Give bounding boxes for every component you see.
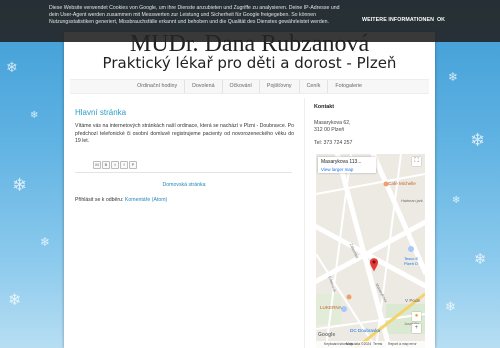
phone-number: Tel: 373 724 257: [314, 140, 353, 146]
site-subtitle: Praktický lékař pro děti a dorost - Plze…: [102, 54, 397, 72]
map-place-name: Masarykova 113...: [321, 159, 362, 165]
map-label-tesco: Tesco E Plzeň D: [404, 256, 419, 266]
more-info-button[interactable]: WEITERE INFORMATIONEN: [362, 17, 434, 23]
subscribe-label: Přihlásit se k odběru:: [75, 197, 124, 203]
snowflake-decoration: ❄: [470, 130, 486, 151]
map-pegman-button[interactable]: ●: [412, 312, 421, 321]
sidebar: Kontakt Masarykova 62, 312 00 Plzeň Tel:…: [314, 104, 428, 146]
pinterest-share-icon[interactable]: P: [129, 161, 137, 169]
email-share-icon[interactable]: M: [93, 161, 101, 169]
snowflake-decoration: ❄: [6, 60, 18, 76]
comments-atom-link[interactable]: Komentáře (Atom): [125, 197, 167, 203]
snowflake-decoration: ❄: [448, 70, 459, 84]
google-logo: Google: [318, 332, 336, 338]
sidebar-heading: Kontakt: [314, 104, 335, 110]
terms-link[interactable]: Terms: [373, 342, 382, 346]
blog-container: MUDr. Dana Rubzanová Praktický lékař pro…: [64, 32, 435, 348]
map-label-lukerna: LUKERNA: [320, 305, 342, 310]
nav-item-dovolena[interactable]: Dovolená: [184, 80, 221, 93]
map-label-cafe: Café Michelle: [388, 181, 416, 186]
map-label-hartman: Hartman jark: [401, 199, 423, 203]
report-map-error-link[interactable]: Report a map error: [388, 342, 417, 346]
column-divider: [304, 98, 305, 348]
nav-item-ockovani[interactable]: Očkování: [221, 80, 259, 93]
address-city: 312 00 Plzeň: [314, 127, 345, 133]
nav-item-fotogalerie[interactable]: Fotogalerie: [327, 80, 369, 93]
cookie-message: Diese Website verwendet Cookies von Goog…: [49, 5, 340, 26]
address-street: Masarykova 62,: [314, 120, 351, 126]
ok-button[interactable]: OK: [437, 17, 445, 23]
share-buttons: M B t f P: [93, 161, 137, 169]
map-label-dc: DC Doubravka: [350, 328, 381, 333]
map-zoom-controls[interactable]: +: [412, 324, 421, 333]
google-map[interactable]: Masarykova 113... View larger map Café M…: [316, 154, 425, 348]
map-footer: Keyboard shortcuts Map data ©2024 Terms …: [316, 341, 425, 348]
snowflake-decoration: ❄: [452, 195, 461, 206]
snowflake-decoration: ❄: [445, 300, 456, 315]
subscribe-line: Přihlásit se k odběru: Komentáře (Atom): [75, 197, 167, 203]
map-label-vpode: V Pode: [405, 298, 421, 303]
divider: [75, 172, 292, 173]
snowflake-decoration: ❄: [12, 175, 28, 196]
address: Masarykova 62, 312 00 Plzeň: [314, 120, 428, 134]
facebook-share-icon[interactable]: f: [120, 161, 128, 169]
view-larger-map-link[interactable]: View larger map: [321, 167, 353, 172]
nav-bar: Ordinační hodiny Dovolená Očkování Pojiš…: [70, 79, 429, 94]
snowflake-decoration: ❄: [8, 290, 22, 309]
map-place-card: Masarykova 113... View larger map: [318, 157, 376, 173]
map-data-attribution: Map data ©2024: [346, 342, 372, 346]
post-title[interactable]: Hlavní stránka: [75, 108, 294, 117]
nav-item-cenik[interactable]: Ceník: [298, 80, 328, 93]
twitter-share-icon[interactable]: t: [111, 161, 119, 169]
home-link[interactable]: Domovská stránka: [64, 182, 304, 188]
nav-item-ordinacni-hodiny[interactable]: Ordinační hodiny: [130, 80, 184, 93]
snowflake-decoration: ❄: [474, 250, 487, 268]
snowflake-decoration: ❄: [30, 110, 39, 121]
cookie-banner: Diese Website verwendet Cookies von Goog…: [0, 0, 500, 42]
main-post: Hlavní stránka Vítáme vás na internetový…: [75, 108, 294, 146]
nav-item-pojistovny[interactable]: Pojišťovny: [258, 80, 299, 93]
map-fullscreen-button[interactable]: ⛶: [412, 157, 421, 166]
snowflake-decoration: ❄: [40, 235, 51, 249]
blog-share-icon[interactable]: B: [102, 161, 110, 169]
post-body: Vítáme vás na internetových stránkách na…: [75, 123, 294, 145]
